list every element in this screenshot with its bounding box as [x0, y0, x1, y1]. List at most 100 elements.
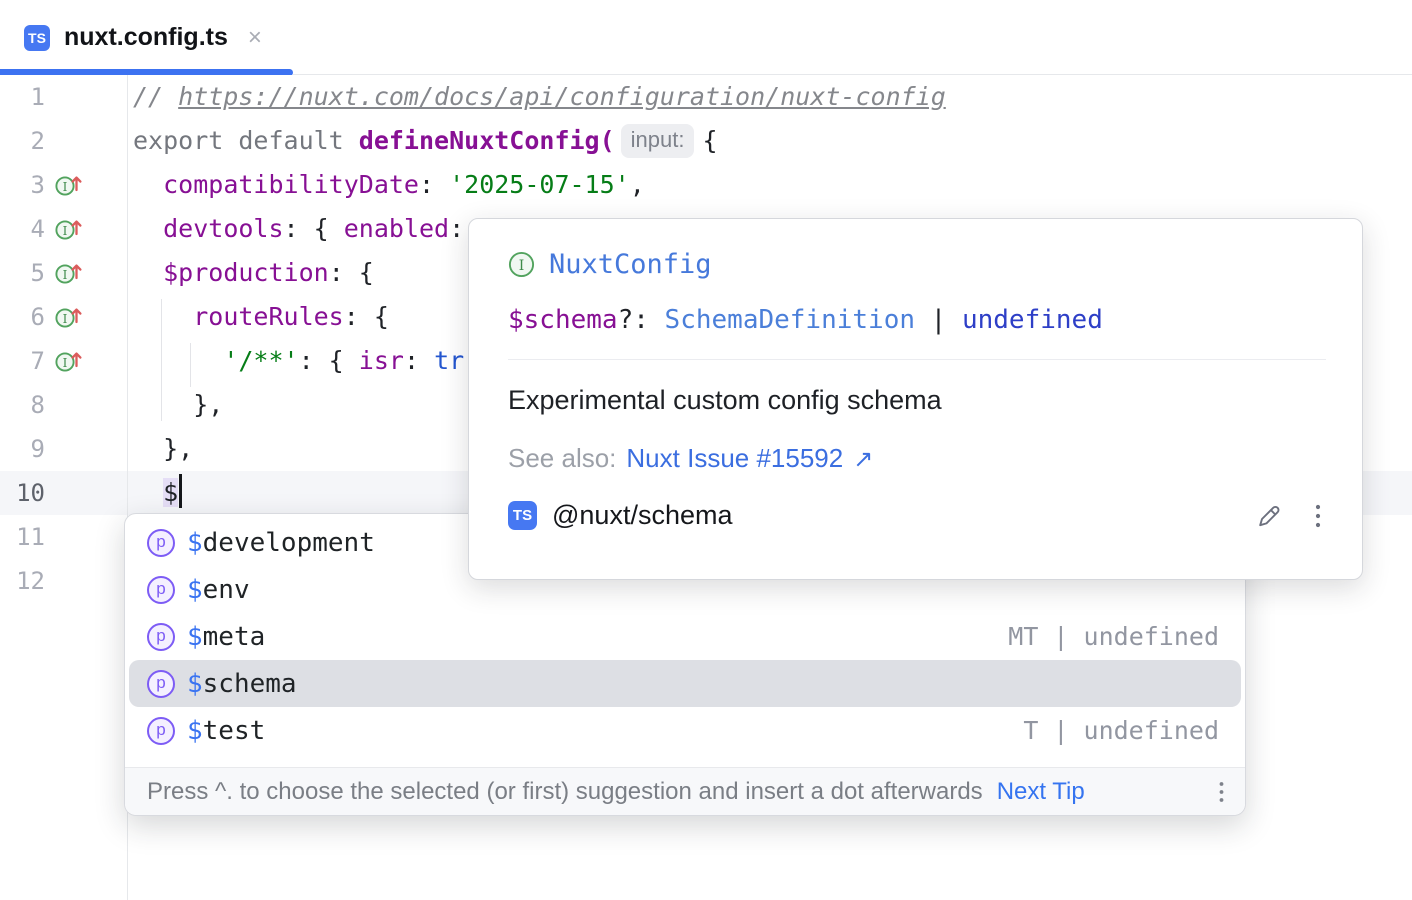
gutter: 12: [0, 567, 127, 595]
svg-text:I: I: [519, 258, 525, 274]
hint-more-options-button[interactable]: [1218, 779, 1225, 805]
line-number[interactable]: 7: [0, 347, 45, 375]
gutter: 7 I: [0, 346, 127, 376]
gutter: 4 I: [0, 214, 127, 244]
code-token: : {: [344, 302, 389, 331]
quick-documentation-popup: I NuxtConfig $schema?: SchemaDefinition …: [468, 218, 1363, 580]
property-kind-icon: p: [147, 670, 175, 698]
doc-module-row: TS @nuxt/schema: [508, 500, 1326, 531]
tab-nuxt-config[interactable]: TS nuxt.config.ts ×: [0, 0, 293, 75]
code-token: [133, 302, 193, 331]
code-token: },: [133, 390, 223, 419]
typescript-module-icon: TS: [508, 501, 537, 530]
signature-token: undefined: [962, 305, 1103, 335]
code-text: },: [127, 383, 223, 427]
line-number[interactable]: 8: [0, 391, 45, 419]
signature-token: SchemaDefinition: [665, 305, 915, 335]
code-token: '2025-07-15': [449, 170, 630, 199]
gutter: 1: [0, 83, 127, 111]
line-number[interactable]: 2: [0, 127, 45, 155]
code-token: : {: [329, 258, 374, 287]
property-kind-icon: p: [147, 529, 175, 557]
code-text: devtools: { enabled:: [127, 207, 464, 251]
code-line[interactable]: 1 // https://nuxt.com/docs/api/configurat…: [0, 75, 1412, 119]
code-line[interactable]: 3 I compatibilityDate: '2025-07-15',: [0, 163, 1412, 207]
kebab-menu-icon: [1314, 501, 1322, 531]
code-token: compatibilityDate: [163, 170, 419, 199]
code-token: tr: [434, 346, 464, 375]
code-token: [133, 258, 163, 287]
doc-description: Experimental custom config schema: [508, 385, 1326, 416]
implemented-interface-gutter-icon[interactable]: I: [54, 302, 84, 332]
implemented-interface-gutter-icon[interactable]: I: [54, 170, 84, 200]
code-line[interactable]: 2 export default defineNuxtConfig(input:{: [0, 119, 1412, 163]
doc-more-options-button[interactable]: [1314, 501, 1322, 531]
next-tip-link[interactable]: Next Tip: [997, 778, 1085, 806]
doc-see-also: See also: Nuxt Issue #15592 ↗: [508, 443, 1326, 474]
doc-signature: $schema?: SchemaDefinition | undefined: [508, 305, 1326, 335]
external-link-icon: ↗: [853, 445, 873, 474]
line-number[interactable]: 12: [0, 567, 45, 595]
gutter: 5 I: [0, 258, 127, 288]
code-text: $production: {: [127, 251, 374, 295]
svg-text:I: I: [63, 180, 68, 194]
see-also-label: See also:: [508, 443, 616, 474]
code-token: devtools: [163, 214, 283, 243]
code-token: : {: [299, 346, 359, 375]
line-number[interactable]: 10: [0, 479, 45, 507]
line-number[interactable]: 4: [0, 215, 45, 243]
line-number[interactable]: 1: [0, 83, 45, 111]
code-token: :: [449, 214, 464, 243]
close-tab-icon[interactable]: ×: [248, 26, 262, 50]
implemented-interface-gutter-icon[interactable]: I: [54, 346, 84, 376]
signature-token: |: [915, 305, 962, 335]
gutter: 9: [0, 435, 127, 463]
line-number[interactable]: 6: [0, 303, 45, 331]
doc-divider: [508, 359, 1326, 360]
code-token: //: [133, 82, 178, 111]
code-text: '/**': { isr: tr: [127, 339, 464, 383]
completion-type-detail: MT | undefined: [1008, 622, 1219, 651]
code-token: export default: [133, 126, 359, 155]
completion-item-meta[interactable]: p$metaMT | undefined: [129, 613, 1241, 660]
pencil-icon: [1254, 501, 1284, 531]
implemented-interface-gutter-icon[interactable]: I: [54, 258, 84, 288]
code-token: [133, 170, 163, 199]
line-number[interactable]: 9: [0, 435, 45, 463]
completion-item-test[interactable]: p$testT | undefined: [129, 707, 1241, 754]
code-text: export default defineNuxtConfig(input:{: [127, 119, 718, 163]
line-number[interactable]: 5: [0, 259, 45, 287]
code-editor[interactable]: 1 // https://nuxt.com/docs/api/configurat…: [0, 75, 1412, 900]
code-text: routeRules: {: [127, 295, 389, 339]
code-token: [133, 214, 163, 243]
code-text: // https://nuxt.com/docs/api/configurati…: [127, 75, 946, 119]
svg-text:I: I: [63, 312, 68, 326]
code-token: ,: [630, 170, 645, 199]
interface-icon: I: [508, 251, 535, 278]
edit-source-button[interactable]: [1254, 501, 1284, 531]
text-caret: [179, 474, 182, 508]
code-token: [133, 478, 163, 507]
signature-token: ?:: [618, 305, 665, 335]
code-token: :: [404, 346, 434, 375]
implemented-interface-gutter-icon[interactable]: I: [54, 214, 84, 244]
code-token: '/**': [223, 346, 298, 375]
gutter: 8: [0, 391, 127, 419]
tab-title: nuxt.config.ts: [64, 23, 228, 52]
code-token: https://nuxt.com/docs/api/configuration/…: [178, 82, 946, 111]
completion-label: $test: [187, 716, 265, 746]
completion-label: $schema: [187, 669, 297, 699]
line-number[interactable]: 11: [0, 523, 45, 551]
completion-item-schema[interactable]: p $schema: [129, 660, 1241, 707]
doc-module-name: @nuxt/schema: [552, 500, 732, 531]
completion-type-detail: T | undefined: [1023, 716, 1219, 745]
code-token: routeRules: [193, 302, 344, 331]
signature-token: $schema: [508, 305, 618, 335]
gutter: 11: [0, 523, 127, 551]
code-text: $: [127, 471, 182, 515]
code-token: isr: [359, 346, 404, 375]
see-also-link[interactable]: Nuxt Issue #15592: [626, 443, 843, 474]
line-number[interactable]: 3: [0, 171, 45, 199]
doc-symbol-name[interactable]: NuxtConfig: [549, 249, 712, 280]
code-text: compatibilityDate: '2025-07-15',: [127, 163, 645, 207]
